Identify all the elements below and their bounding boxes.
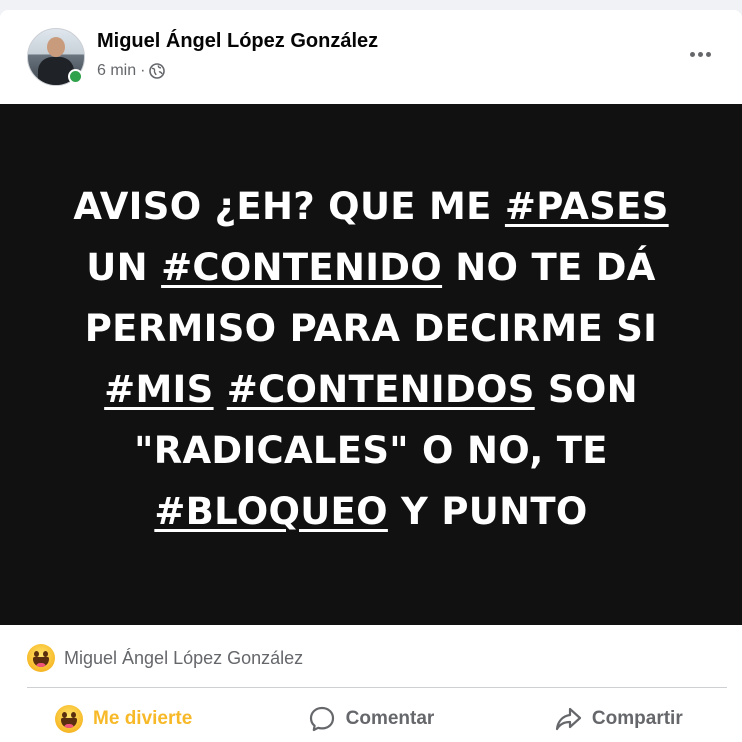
share-label: Compartir [591,708,683,729]
post-image[interactable]: AVISO ¿EH? QUE ME #PASES UN #CONTENIDO NO… [0,104,742,625]
hashtag-link[interactable]: #BLOQUEO [154,490,388,533]
comment-button[interactable]: Comentar [247,696,494,742]
reactor-name: Miguel Ángel López González [64,647,304,668]
author-name[interactable]: Miguel Ángel López González [97,30,378,53]
hashtag-link[interactable]: #PASES [505,185,669,228]
action-bar: Me divierte Comentar Compartir [0,696,742,742]
online-status-dot [68,69,83,84]
post-time[interactable]: 6 min [97,62,136,80]
divider [27,687,727,688]
post-meta: 6 min · [97,62,166,80]
image-text-segment: AVISO ¿EH? QUE ME [73,184,505,228]
react-button[interactable]: Me divierte [0,696,247,742]
hashtag-link[interactable]: #MIS [104,368,213,411]
more-options-icon[interactable] [680,40,720,68]
haha-emoji-icon [27,644,55,672]
image-text-segment: "RADICALES" O NO, TE [134,428,608,472]
image-text-segment: Y PUNTO [387,489,588,533]
image-text-line: #BLOQUEO Y PUNTO [51,481,691,542]
image-text-line: "RADICALES" O NO, TE [51,420,691,481]
image-text-line: AVISO ¿EH? QUE ME #PASES [51,176,691,237]
image-text-line: PERMISO PARA DECIRME SI [51,298,691,359]
comment-icon [309,706,334,732]
image-text-segment: UN [86,245,162,289]
image-text-line: #MIS #CONTENIDOS SON [51,359,691,420]
react-label: Me divierte [93,708,193,729]
image-text-segment: SON [534,367,638,411]
image-text-line: UN #CONTENIDO NO TE DÁ [51,237,691,298]
hashtag-link[interactable]: #CONTENIDOS [227,368,535,411]
share-button[interactable]: Compartir [495,696,742,742]
image-text: AVISO ¿EH? QUE ME #PASES UN #CONTENIDO NO… [51,176,691,542]
reaction-summary[interactable]: Miguel Ángel López González [27,644,303,672]
post-header: Miguel Ángel López González 6 min · [0,10,742,104]
hashtag-link[interactable]: #CONTENIDO [161,246,442,289]
image-text-segment: NO TE DÁ [442,245,656,289]
image-text-segment [214,368,227,411]
globe-icon[interactable] [149,63,166,79]
meta-separator: · [140,62,146,79]
haha-emoji-icon [55,705,84,733]
comment-label: Comentar [345,708,435,729]
avatar[interactable] [27,28,85,86]
share-icon [555,707,582,731]
image-text-segment: PERMISO PARA DECIRME SI [84,306,658,350]
post-card: Miguel Ángel López González 6 min · AVIS… [0,10,742,742]
